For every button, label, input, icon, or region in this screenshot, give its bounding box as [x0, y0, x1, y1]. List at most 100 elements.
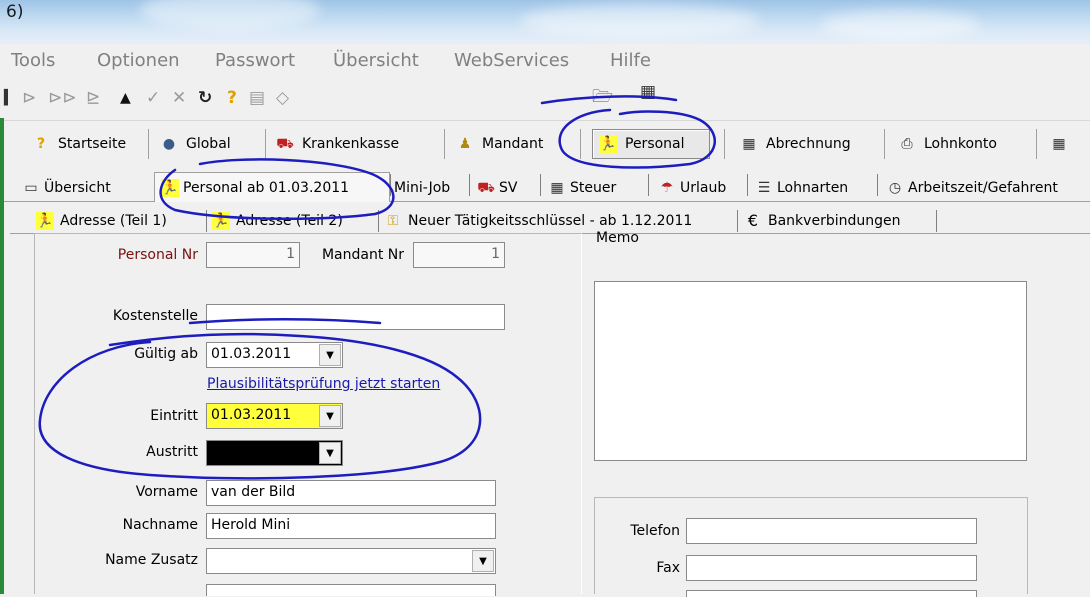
menu-passwort[interactable]: Passwort [215, 50, 295, 71]
chevron-down-icon[interactable]: ▼ [319, 442, 341, 464]
personal-nr-label: Personal Nr [117, 247, 198, 263]
nav-separator [884, 129, 885, 159]
tab-steuer[interactable]: ▦ Steuer [548, 174, 616, 202]
open-folder-icon[interactable]: 🗁 [592, 84, 613, 113]
vorname-field[interactable]: van der Bild [206, 480, 496, 506]
eintritt-value: 01.03.2011 [211, 407, 292, 423]
person-icon: 🏃 [161, 178, 179, 197]
nav-more[interactable]: ▦ [1044, 129, 1076, 159]
subtab-bankverbindungen[interactable]: € Bankverbindungen [744, 208, 901, 234]
tab-label: Lohnarten [777, 180, 849, 196]
person-icon: 🏃 [212, 212, 230, 230]
subtab-taetigkeitsschluessel[interactable]: ⚿ Neuer Tätigkeitsschlüssel - ab 1.12.20… [384, 208, 693, 234]
checkmark-icon[interactable]: ✓ [146, 88, 160, 108]
tab-label: Urlaub [680, 180, 727, 196]
menu-hilfe[interactable]: Hilfe [610, 50, 651, 71]
person-icon: 🏃 [599, 135, 617, 153]
fax-label: Fax [656, 560, 680, 576]
menu-webservices[interactable]: WebServices [454, 50, 569, 71]
table-icon: ▦ [550, 180, 564, 196]
nav-startseite[interactable]: ? Startseite [26, 129, 126, 159]
personal-nr-field[interactable]: 1 [206, 242, 300, 268]
telefon-field[interactable] [686, 518, 977, 544]
menu-optionen[interactable]: Optionen [97, 50, 180, 71]
nav-separator [444, 129, 445, 159]
tab-separator [206, 210, 207, 232]
menu-tools[interactable]: Tools [11, 50, 55, 71]
nav-lohnkonto[interactable]: ⎙ Lohnkonto [892, 129, 997, 159]
chevron-down-icon[interactable]: ▼ [319, 405, 341, 427]
name-zusatz-select[interactable]: ▼ [206, 548, 496, 574]
nav-personal[interactable]: 🏃 Personal [592, 129, 710, 159]
toolbar-grip-icon: ▍ [4, 90, 15, 106]
toolbar: ▍ ⊳ ⊳⊳ ⊵ ▲ ✓ ✕ ↻ ? ▤ ◇ 🗁 ▦ [0, 80, 1090, 116]
nav-krankenkasse[interactable]: ⛟ Krankenkasse [270, 129, 399, 159]
subtab-adresse-2[interactable]: 🏃 Adresse (Teil 2) [212, 208, 343, 234]
plausibility-check-link[interactable]: Plausibilitätsprüfung jetzt starten [207, 376, 440, 392]
calendar-icon[interactable]: ▦ [640, 82, 656, 102]
tab-label: Adresse (Teil 1) [60, 213, 167, 229]
person-icon: 🏃 [36, 212, 54, 230]
next-record-icon[interactable]: ⊳⊳ [48, 88, 77, 108]
chevron-down-icon[interactable]: ▼ [319, 344, 341, 366]
nav-label: Abrechnung [766, 136, 851, 152]
module-navbar: ? Startseite ● Global ⛟ Krankenkasse ♟ M… [4, 120, 1090, 164]
eintritt-datepicker[interactable]: 01.03.2011 ▼ [206, 403, 343, 429]
chevron-down-icon[interactable]: ▼ [472, 550, 494, 572]
tab-separator [877, 174, 878, 196]
clock-icon: ◷ [888, 180, 902, 196]
tab-mini-job[interactable]: Mini-Job [394, 174, 450, 202]
tab-personal-ab[interactable]: 🏃 Personal ab 01.03.2011 [154, 172, 390, 202]
tab-separator [540, 174, 541, 196]
gueltig-ab-datepicker[interactable]: 01.03.2011 ▼ [206, 342, 343, 368]
nav-separator [265, 129, 266, 159]
first-record-icon[interactable]: ⊳ [22, 88, 36, 108]
tab-label: Neuer Tätigkeitsschlüssel - ab 1.12.2011 [408, 213, 693, 229]
subtab-adresse-1[interactable]: 🏃 Adresse (Teil 1) [36, 208, 167, 234]
gueltig-ab-label: Gültig ab [134, 346, 198, 362]
address-field-partial[interactable] [206, 584, 496, 596]
kostenstelle-label: Kostenstelle [112, 308, 198, 324]
eraser-icon[interactable]: ◇ [276, 88, 289, 108]
up-arrow-icon[interactable]: ▲ [120, 90, 131, 106]
nav-separator [148, 129, 149, 159]
nav-mandant[interactable]: ♟ Mandant [450, 129, 544, 159]
vorname-label: Vorname [135, 484, 198, 500]
tab-arbeitszeit[interactable]: ◷ Arbeitszeit/Gefahrent [886, 174, 1058, 202]
mandant-nr-field[interactable]: 1 [413, 242, 505, 268]
tab-sv[interactable]: ⛟ SV [477, 174, 517, 202]
memo-textarea[interactable] [594, 281, 1027, 461]
mandant-nr-label: Mandant Nr [321, 247, 404, 263]
tab-uebersicht[interactable]: ▭ Übersicht [22, 174, 110, 202]
nachname-label: Nachname [122, 517, 198, 533]
last-record-icon[interactable]: ⊵ [86, 88, 100, 108]
euro-icon: € [747, 211, 759, 230]
austritt-datepicker[interactable]: ▼ [206, 440, 343, 466]
tab-row-main: ▭ Übersicht 🏃 Personal ab 01.03.2011 Min… [4, 170, 1090, 202]
tab-lohnarten[interactable]: ☰ Lohnarten [755, 174, 848, 202]
globe-icon: ● [162, 136, 176, 152]
tab-urlaub[interactable]: ☂ Urlaub [658, 174, 727, 202]
tab-label: Adresse (Teil 2) [236, 213, 343, 229]
tab-separator [378, 210, 379, 232]
nachname-field[interactable]: Herold Mini [206, 513, 496, 539]
help-icon: ? [36, 136, 46, 152]
help-icon[interactable]: ? [227, 88, 237, 108]
nav-abrechnung[interactable]: ▦ Abrechnung [734, 129, 851, 159]
nav-separator [580, 129, 581, 159]
eintritt-label: Eintritt [150, 408, 198, 424]
nav-label: Personal [625, 136, 685, 152]
tab-label: Mini-Job [394, 180, 451, 196]
fax-field[interactable] [686, 555, 977, 581]
refresh-icon[interactable]: ↻ [198, 88, 212, 108]
notes-icon[interactable]: ▤ [249, 88, 265, 108]
key-icon: ⚿ [387, 213, 399, 229]
kostenstelle-field[interactable] [206, 304, 505, 330]
window-title: 6) [6, 2, 24, 22]
delete-x-icon[interactable]: ✕ [172, 88, 186, 108]
gueltig-ab-value: 01.03.2011 [211, 346, 292, 362]
menu-uebersicht[interactable]: Übersicht [333, 50, 419, 71]
people-icon: ♟ [458, 136, 472, 152]
nav-global[interactable]: ● Global [154, 129, 231, 159]
austritt-label: Austritt [146, 444, 198, 460]
